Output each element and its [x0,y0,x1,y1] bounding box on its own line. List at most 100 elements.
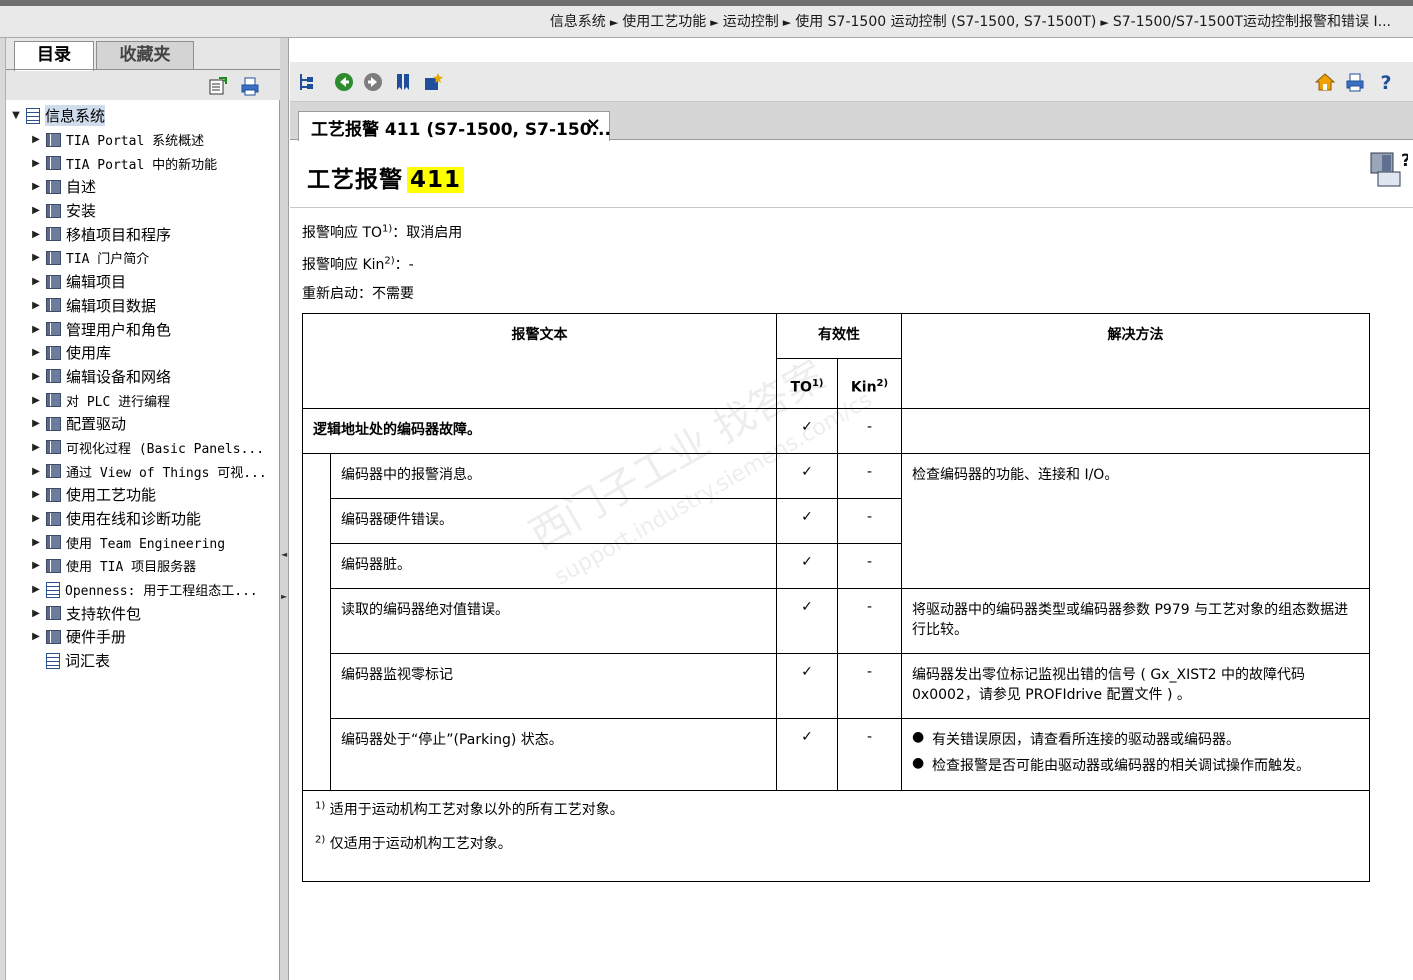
tab-contents[interactable]: 目录 [14,41,94,71]
alarm-text: 编码器硬件错误。 [330,498,777,544]
tree-item[interactable]: ▶ 对 PLC 进行编程 [10,388,278,412]
sync-toc-icon[interactable] [208,76,228,96]
tree-expand-icon[interactable]: ▶ [30,205,42,216]
tree-item[interactable]: ▶ 使用工艺功能 [10,483,278,507]
tree-expand-icon[interactable]: ▶ [30,158,42,169]
collapse-left-icon[interactable]: ◄ [281,550,287,559]
footnote-text: 适用于运动机构工艺对象以外的所有工艺对象。 [329,802,624,818]
tree-item-label: 可视化过程 (Basic Panels... [66,441,265,457]
breadcrumb-item[interactable]: S7-1500/S7-1500T运动控制报警和错误 I... [1113,14,1391,30]
tree-item-label: 移植项目和程序 [66,225,172,244]
home-icon[interactable] [1315,72,1335,92]
back-icon[interactable] [334,72,354,92]
tree-expand-icon[interactable]: ▶ [30,537,42,548]
breadcrumb-item[interactable]: 运动控制 [723,14,779,30]
breadcrumb-item[interactable]: 信息系统 [550,14,606,30]
tree-expand-icon[interactable]: ▶ [30,513,42,524]
tree-item[interactable]: ▶ 使用 Team Engineering [10,530,278,554]
solution-cell: 检查编码器的功能、连接和 I/O。 [901,453,1370,589]
solution-cell: 编码器发出零位标记监视出错的信号 ( Gx_XIST2 中的故障代码 0x000… [901,653,1370,719]
footnote-marker: 2) [876,377,889,389]
tree-item[interactable]: ▶ 配置驱动 [10,412,278,436]
kin-validity: - [837,408,902,454]
tree-expand-icon[interactable]: ▶ [30,181,42,192]
header-kin-label: Kin [850,379,877,396]
tab-favorites[interactable]: 收藏夹 [96,41,194,69]
solution-bullet: ● 检查报警是否可能由驱动器或编码器的相关调试操作而触发。 [912,755,1359,775]
tree-item[interactable]: ▶ 使用在线和诊断功能 [10,507,278,531]
header-solution: 解决方法 [901,313,1370,409]
bullet-dot: ● [912,755,925,771]
tree-item-label: 安装 [66,202,97,221]
tree-item[interactable]: 词汇表 [10,649,278,673]
tree-item[interactable]: ▶ TIA 门户简介 [10,246,278,270]
expand-right-icon[interactable]: ► [281,592,287,601]
alarm-response-kin: 报警响应 Kin2)：- [302,254,414,274]
tree-item[interactable]: ▶ 使用库 [10,341,278,365]
tree-expand-icon[interactable]: ▶ [30,489,42,500]
tree-expand-icon[interactable]: ▶ [30,560,42,571]
book-icon [46,511,61,526]
tree-root-item[interactable]: ▼ 信息系统 [10,104,278,128]
tree-item[interactable]: ▶ 自述 [10,175,278,199]
table-row: 编码器中的报警消息。 ✓ - 检查编码器的功能、连接和 I/O。 [302,453,1370,791]
add-favorite-icon[interactable] [423,72,443,92]
tree-expanded-icon[interactable]: ▼ [10,110,22,121]
tree-item[interactable]: ▶ TIA Portal 系统概述 [10,128,278,152]
tree-expand-icon[interactable]: ▶ [30,442,42,453]
show-in-toc-icon[interactable] [297,72,317,92]
tree-expand-icon[interactable]: ▶ [30,631,42,642]
tree-item-label: 使用 TIA 项目服务器 [66,560,197,576]
tree-expand-icon[interactable]: ▶ [30,229,42,240]
tree-expand-icon[interactable]: ▶ [30,418,42,429]
tree-expand-icon[interactable]: ▶ [30,324,42,335]
tree-item-label: 通过 View of Things 可视... [66,465,267,481]
tree-item[interactable]: ▶ 编辑项目数据 [10,294,278,318]
tree-expand-icon[interactable]: ▶ [30,584,42,595]
bookmark-icon[interactable] [393,72,413,92]
solution-cell [901,408,1370,454]
doc-icon [46,581,60,598]
breadcrumb-item[interactable]: 使用工艺功能 [622,14,706,30]
tree-item[interactable]: ▶ 支持软件包 [10,601,278,625]
tree-item[interactable]: ▶ 硬件手册 [10,625,278,649]
close-icon[interactable]: × [586,114,601,135]
left-collapse-strip[interactable] [0,38,6,980]
content-toolbar: ? [290,62,1413,102]
tree-item[interactable]: ▶ TIA Portal 中的新功能 [10,151,278,175]
tree-item-label: TIA Portal 系统概述 [66,134,205,150]
tree-expand-icon[interactable]: ▶ [30,608,42,619]
tree-expand-icon[interactable]: ▶ [30,300,42,311]
print-topic-icon[interactable] [1345,72,1365,92]
breadcrumb-item[interactable]: 使用 S7-1500 运动控制 (S7-1500, S7-1500T) [795,14,1096,30]
tree-item[interactable]: ▶ 管理用户和角色 [10,317,278,341]
tree-item[interactable]: ▶ 移植项目和程序 [10,222,278,246]
glossary-icon [46,652,60,669]
tree-item[interactable]: ▶ 安装 [10,199,278,223]
solution-cell: 将驱动器中的编码器类型或编码器参数 P979 与工艺对象的组态数据进行比较。 [901,588,1370,654]
alarm-text-main: 逻辑地址处的编码器故障。 [302,408,777,454]
tree-item[interactable]: ▶ 可视化过程 (Basic Panels... [10,436,278,460]
book-icon [46,440,61,455]
tab-document[interactable]: 工艺报警 411 (S7-1500, S7-150... × [298,111,611,141]
context-help-icon[interactable]: ? [1370,150,1408,188]
forward-icon[interactable] [363,72,383,92]
tree-expand-icon[interactable]: ▶ [30,395,42,406]
tree-expand-icon[interactable]: ▶ [30,276,42,287]
page-title-number: 411 [407,167,465,193]
print-icon[interactable] [240,76,260,96]
panel-splitter[interactable]: ◄ ► [280,38,289,980]
tree-item[interactable]: ▶ 使用 TIA 项目服务器 [10,554,278,578]
tree-item[interactable]: ▶ 编辑设备和网络 [10,365,278,389]
tree-expand-icon[interactable]: ▶ [30,371,42,382]
book-icon [46,629,61,644]
contents-tree: ▼ 信息系统 ▶ TIA Portal 系统概述 ▶ TIA Portal 中的新功能 ▶ 自… [10,104,278,673]
tree-item[interactable]: ▶ 通过 View of Things 可视... [10,459,278,483]
tree-expand-icon[interactable]: ▶ [30,134,42,145]
tree-item[interactable]: ▶ 编辑项目 [10,270,278,294]
help-icon[interactable]: ? [1376,72,1396,92]
tree-expand-icon[interactable]: ▶ [30,466,42,477]
tree-expand-icon[interactable]: ▶ [30,252,42,263]
tree-expand-icon[interactable]: ▶ [30,347,42,358]
tree-item[interactable]: ▶ Openness: 用于工程组态工... [10,578,278,602]
